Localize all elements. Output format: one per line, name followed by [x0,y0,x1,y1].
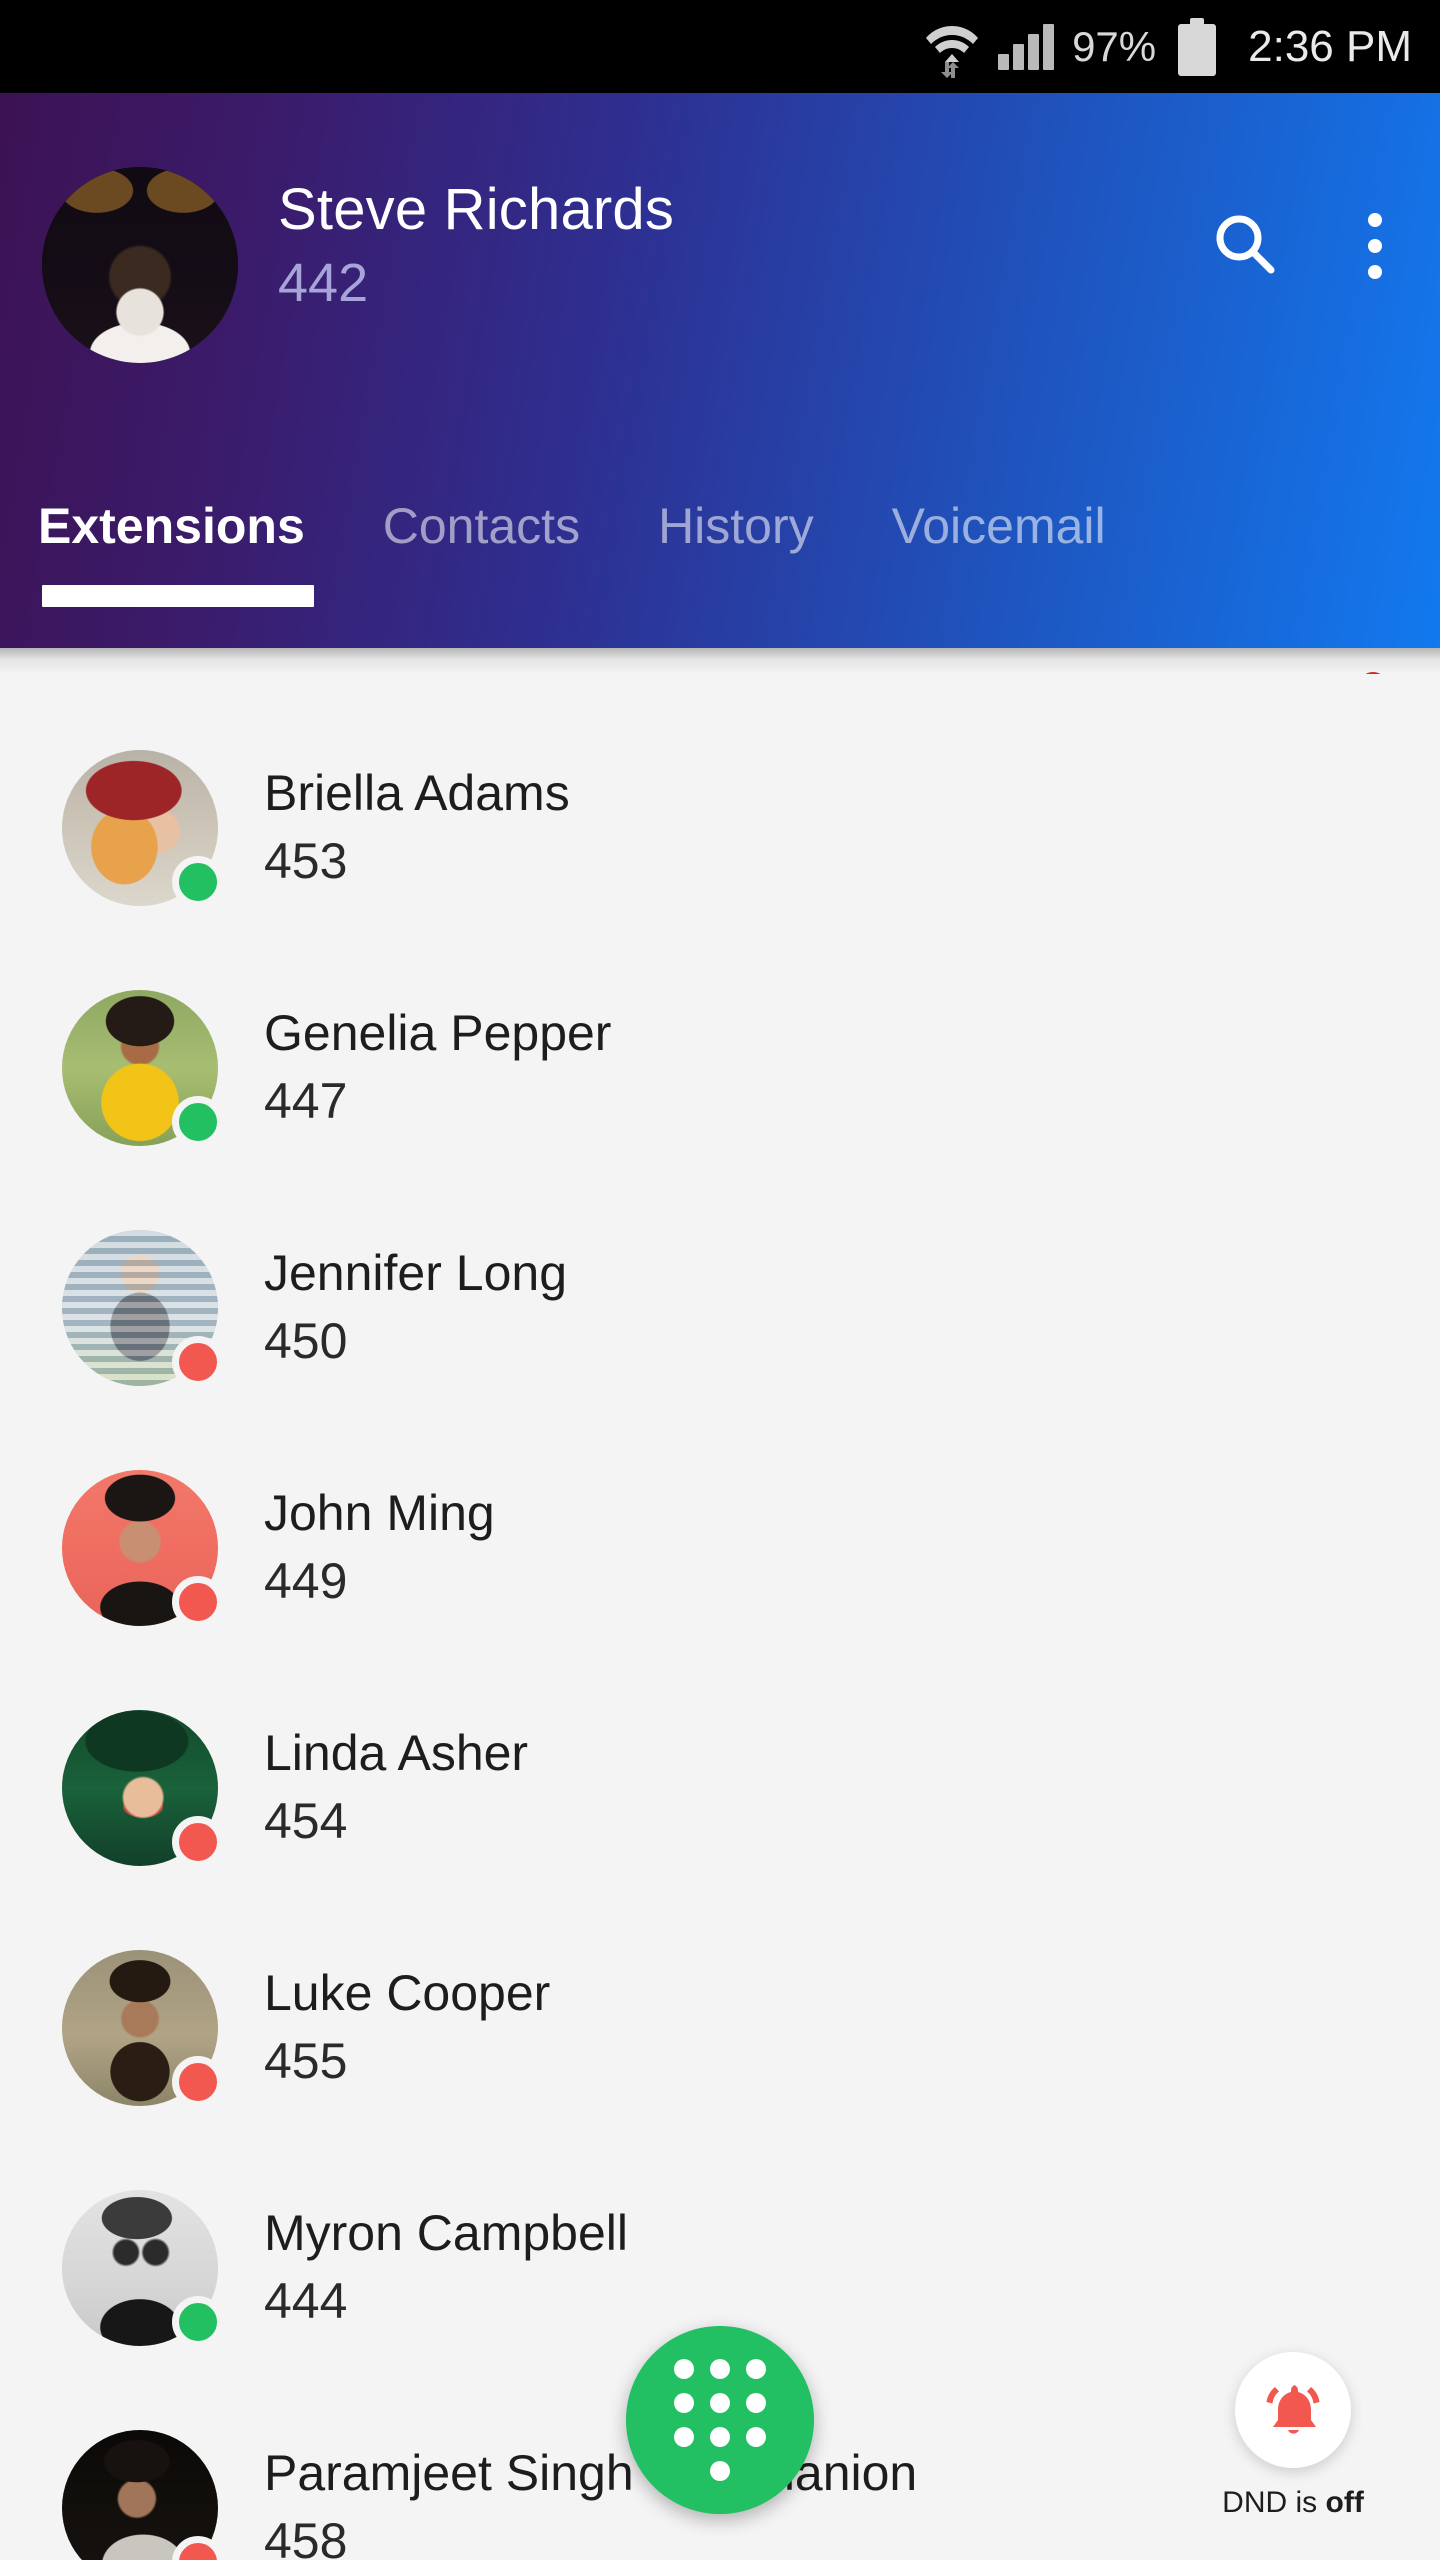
dnd-button[interactable] [1235,2352,1351,2468]
tab-bar: Extensions Contacts History Voicemail [0,473,1440,648]
page-title: Steve Richards [278,177,675,242]
header-actions [1180,131,1440,361]
dnd-label-state: off [1325,2486,1364,2519]
search-button[interactable] [1180,181,1310,311]
status-badge [172,2296,224,2348]
status-badge [172,1816,224,1868]
tab-history[interactable]: History [658,501,854,551]
battery-percent-label: 97% [1072,22,1157,70]
bell-ringing-icon [1260,2375,1326,2446]
contact-extension: 455 [264,2033,348,2089]
status-badge [172,1336,224,1388]
status-badge [172,856,224,908]
contact-name: Myron Campbell [264,2205,629,2261]
contact-extension: 458 [264,2513,348,2560]
contact-name: Luke Cooper [264,1965,551,2021]
contact-name: Genelia Pepper [264,1005,612,1061]
user-extension-label: 442 [278,252,369,313]
dialpad-icon [672,2359,768,2481]
tab-contacts[interactable]: Contacts [383,501,620,551]
list-item[interactable]: Genelia Pepper 447 [0,948,1440,1188]
contact-name: John Ming [264,1485,495,1541]
dnd-toggle[interactable]: DND is off [1198,2352,1388,2520]
contact-name: Linda Asher [264,1725,529,1781]
avatar[interactable] [42,167,238,363]
list-item[interactable]: Briella Adams 453 [0,708,1440,948]
more-vertical-icon [1368,213,1382,279]
app-header: Steve Richards 442 Extensions Contacts H… [0,93,1440,648]
clock-label: 2:36 PM [1248,21,1412,71]
wifi-icon [924,16,980,78]
contact-extension: 454 [264,1793,348,1849]
cellular-signal-icon [998,23,1055,70]
battery-icon [1178,17,1217,76]
status-bar: 97% 2:36 PM [0,0,1440,93]
contact-name: Paramjeet Singh Chauhanion [264,2445,918,2501]
contact-extension: 444 [264,2273,348,2329]
list-item[interactable]: Linda Asher 454 [0,1668,1440,1908]
status-badge [172,1576,224,1628]
contact-extension: 449 [264,1553,348,1609]
header-profile-bar: Steve Richards 442 [0,131,1440,363]
phone-screen: 97% 2:36 PM Steve Richards 442 Extension… [0,0,1440,2560]
dnd-label-prefix: DND is [1222,2486,1326,2519]
search-icon [1210,209,1280,284]
list-item[interactable]: Luke Cooper 455 [0,1908,1440,2148]
overflow-menu-button[interactable] [1310,181,1440,311]
contact-extension: 447 [264,1073,348,1129]
header-shadow [0,648,1440,674]
tab-voicemail[interactable]: Voicemail [892,501,1146,551]
contact-name: Jennifer Long [264,1245,568,1301]
contact-extension: 450 [264,1313,348,1369]
list-item[interactable]: Jennifer Long 450 [0,1188,1440,1428]
header-user-info: Steve Richards 442 [278,177,675,317]
status-badge [172,1096,224,1148]
contact-extension: 453 [264,833,348,889]
contact-name: Briella Adams [264,765,570,821]
list-item[interactable]: John Ming 449 [0,1428,1440,1668]
active-tab-indicator [42,585,314,607]
extension-list[interactable]: Briella Adams 453 Genelia Pepper 447 Jen… [0,674,1440,2560]
dnd-status-label: DND is off [1198,2486,1388,2520]
tab-extensions[interactable]: Extensions [38,501,345,551]
status-badge [172,2056,224,2108]
dialpad-fab-button[interactable] [626,2326,814,2514]
